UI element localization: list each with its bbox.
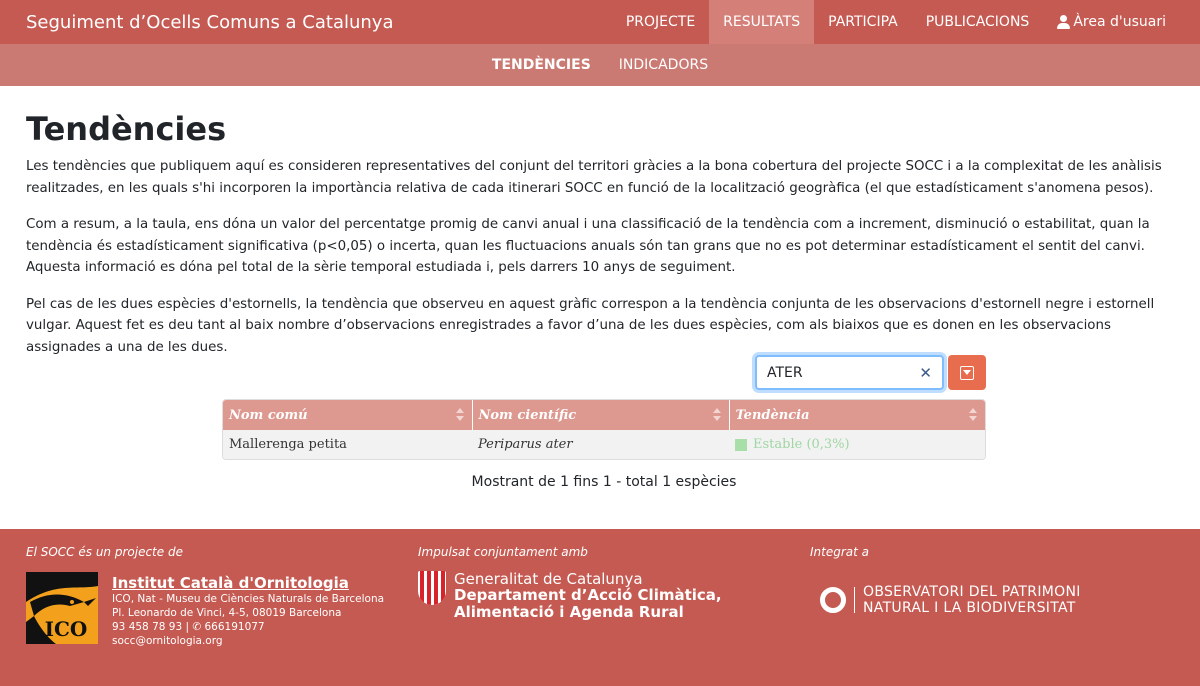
senyera-icon: [418, 571, 446, 605]
main-content: Tendències Les tendències que publiquem …: [0, 110, 1200, 358]
nav-participa[interactable]: PARTICIPA: [814, 0, 912, 44]
trends-table: Nom comú Nom científic Tendència Mallere…: [222, 399, 986, 460]
intro-paragraph-3: Pel cas de les dues espècies d'estornell…: [26, 296, 1155, 355]
caret-square-down-icon: [960, 365, 974, 380]
ico-logo[interactable]: ICO: [26, 572, 98, 644]
site-brand[interactable]: Seguiment d’Ocells Comuns a Catalunya: [26, 12, 394, 33]
generalitat-logo[interactable]: Generalitat de Catalunya Departament d’A…: [418, 571, 722, 621]
table-info: Mostrant de 1 fins 1 - total 1 espècies: [471, 474, 737, 490]
footer: El SOCC és un projecte de ICO Institut C…: [0, 529, 1200, 686]
sort-icon: [712, 408, 721, 422]
cell-scientific-name: Periparus ater: [472, 430, 729, 459]
observatori-line-1: OBSERVATORI DEL PATRIMONI: [863, 584, 1081, 600]
department-line-1: Departament d’Acció Climàtica,: [454, 586, 722, 604]
observatori-logo[interactable]: OBSERVATORI DEL PATRIMONI NATURAL I LA B…: [820, 584, 1081, 616]
search-value: ATER: [767, 364, 803, 381]
main-nav: PROJECTE RESULTATS PARTICIPA PUBLICACION…: [612, 0, 1180, 44]
cell-common-name: Mallerenga petita: [223, 430, 472, 459]
ico-name-link[interactable]: Institut Català d'Ornitologia: [112, 574, 392, 592]
cell-trend: Estable (0,3%): [729, 430, 985, 459]
sub-navbar: TENDÈNCIES INDICADORS: [0, 44, 1200, 86]
intro-paragraph-1: Les tendències que publiquem aquí es con…: [26, 159, 1162, 196]
column-header-scientific-name[interactable]: Nom científic: [471, 400, 729, 430]
ico-contact: Institut Català d'Ornitologia ICO, Nat -…: [112, 574, 392, 648]
nav-user-area[interactable]: Àrea d'usuari: [1043, 0, 1180, 44]
column-header-common-name[interactable]: Nom comú: [223, 400, 472, 430]
observatori-line-2: NATURAL I LA BIODIVERSITAT: [863, 600, 1076, 616]
footer-caption-3: Integrat a: [810, 545, 870, 559]
page-title: Tendències: [26, 110, 227, 148]
top-navbar: Seguiment d’Ocells Comuns a Catalunya PR…: [0, 0, 1200, 44]
ico-address-1: ICO, Nat - Museu de Ciències Naturals de…: [112, 593, 385, 605]
footer-caption-1: El SOCC és un projecte de: [26, 545, 183, 559]
observatori-icon: [820, 587, 846, 613]
search-row: ATER ✕: [755, 355, 986, 390]
nav-projecte[interactable]: PROJECTE: [612, 0, 709, 44]
trend-stable-icon: [735, 438, 747, 451]
ico-email[interactable]: socc@ornitologia.org: [112, 634, 392, 648]
intro-paragraph-2: Com a resum, a la taula, ens dóna un val…: [26, 217, 1150, 275]
sort-icon: [969, 408, 977, 422]
nav-resultats[interactable]: RESULTATS: [709, 0, 815, 44]
generalitat-name: Generalitat de Catalunya: [454, 570, 643, 588]
department-line-2: Alimentació i Agenda Rural: [454, 603, 684, 621]
nav-publicacions[interactable]: PUBLICACIONS: [912, 0, 1044, 44]
column-header-trend[interactable]: Tendència: [728, 400, 985, 430]
subnav-tendencies[interactable]: TENDÈNCIES: [492, 57, 591, 73]
svg-text:ICO: ICO: [45, 617, 88, 641]
ico-phone: 93 458 78 93 | ✆ 666191077: [112, 621, 265, 633]
footer-col-observatori: Integrat a OBSERVATORI DEL PATRIMONI NAT…: [810, 529, 1180, 616]
species-search-input[interactable]: ATER ✕: [755, 355, 944, 390]
clear-icon[interactable]: ✕: [919, 364, 932, 382]
table-row[interactable]: Mallerenga petita Periparus ater Estable…: [223, 430, 985, 459]
ico-address-2: Pl. Leonardo de Vinci, 4-5, 08019 Barcel…: [112, 607, 342, 619]
subnav-indicadors[interactable]: INDICADORS: [619, 57, 708, 73]
footer-col-generalitat: Impulsat conjuntament amb Generalitat de…: [418, 529, 798, 621]
divider: [854, 587, 855, 613]
user-area-label: Àrea d'usuari: [1073, 14, 1166, 30]
options-dropdown-button[interactable]: [948, 355, 986, 390]
sort-icon: [455, 408, 464, 422]
trend-label: Estable (0,3%): [753, 437, 850, 452]
footer-caption-2: Impulsat conjuntament amb: [418, 545, 588, 559]
user-icon: [1057, 15, 1071, 29]
footer-col-ico: El SOCC és un projecte de ICO Institut C…: [26, 529, 406, 647]
